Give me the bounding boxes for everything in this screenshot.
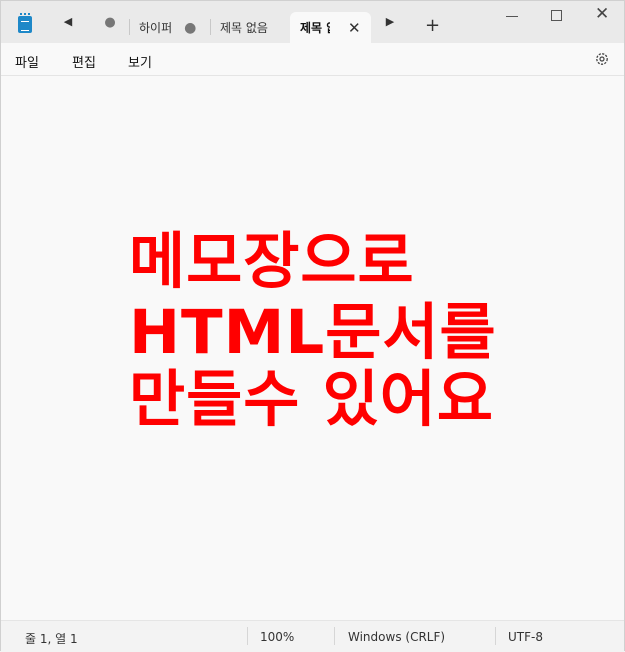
text-editor[interactable]: 메모장으로 HTML문서를 만들수 있어요 (1, 76, 624, 619)
gear-icon[interactable] (594, 51, 610, 67)
notepad-window: ◀ ● 하이퍼 ● 제목 없음 제목 없음 ✕ ▶ + ✕ 파일 편집 보기 (0, 0, 625, 652)
minimize-button[interactable] (506, 16, 518, 17)
tab-separator (210, 19, 211, 35)
close-tab-icon[interactable]: ✕ (348, 19, 361, 37)
menu-view[interactable]: 보기 (128, 52, 152, 71)
status-separator (334, 627, 335, 645)
zoom-level: 100% (260, 630, 295, 644)
menu-edit[interactable]: 편집 (72, 52, 96, 71)
tab-untitled[interactable]: 제목 없음 (220, 12, 268, 43)
title-bar: ◀ ● 하이퍼 ● 제목 없음 제목 없음 ✕ ▶ + ✕ (1, 1, 624, 43)
status-separator (247, 627, 248, 645)
maximize-button[interactable] (551, 10, 562, 21)
line-ending: Windows (CRLF) (348, 630, 446, 644)
notepad-icon (18, 13, 32, 33)
close-window-button[interactable]: ✕ (595, 4, 609, 24)
cursor-position: 줄 1, 열 1 (25, 632, 78, 646)
document-line-3: 만들수 있어요 (129, 364, 494, 435)
menu-file[interactable]: 파일 (15, 52, 39, 71)
tab-untitled-active[interactable]: 제목 없음 ✕ (290, 12, 371, 43)
new-tab-button[interactable]: + (425, 15, 440, 36)
scroll-tabs-left-icon[interactable]: ◀ (61, 15, 75, 28)
tab-unsaved-marker[interactable]: ● (103, 15, 117, 30)
document-line-2: HTML문서를 (129, 297, 497, 368)
encoding: UTF-8 (508, 630, 543, 644)
scroll-tabs-right-icon[interactable]: ▶ (383, 15, 397, 28)
tab-label: 제목 없음 (300, 21, 330, 35)
unsaved-dot-icon: ● (184, 19, 197, 36)
tab-label: 하이퍼 (139, 21, 173, 35)
tab-hyper[interactable]: 하이퍼 ● (139, 12, 196, 43)
tab-label: 제목 없음 (220, 21, 268, 35)
status-separator (495, 627, 496, 645)
menu-bar: 파일 편집 보기 (1, 43, 624, 76)
tab-separator (129, 19, 130, 35)
status-bar: 줄 1, 열 1 100% Windows (CRLF) UTF-8 (1, 620, 624, 652)
document-line-1: 메모장으로 (129, 226, 415, 297)
